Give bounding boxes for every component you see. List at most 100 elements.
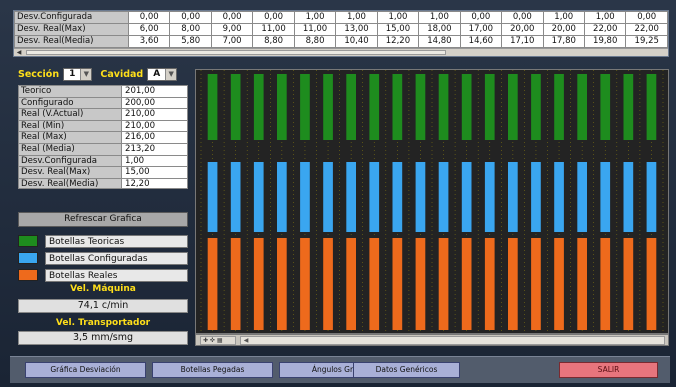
stats-row: Real (V.Actual) 210,00 [18,108,188,120]
table-cell: 22,00 [583,23,627,36]
bottle-bar [346,238,357,330]
table-cell: 22,00 [625,23,668,36]
chevron-down-icon[interactable]: ▼ [80,68,92,80]
stats-key: Desv. Real(Media) [18,177,122,190]
bottle-bar [276,74,287,140]
exit-button[interactable]: SALIR [559,362,658,378]
table-cell: 8,80 [293,35,337,48]
bottle-bar [300,74,310,140]
stats-key: Real (Media) [18,142,122,155]
table-cell: 17,00 [459,23,503,36]
stats-key: Real (V.Actual) [18,108,122,120]
bottle-bar [507,238,518,330]
legend-swatch [18,269,38,281]
bottle-bar [369,162,380,232]
row-header: Desv. Real(Max) [14,23,129,36]
stuck-bottles-button[interactable]: Botellas Pegadas [152,362,273,378]
bottle-bar [207,74,218,140]
stats-value: 210,00 [122,119,188,132]
zoom-tools-icon[interactable]: ✚ ✜ ▦ [200,336,236,345]
scroll-thumb[interactable] [26,50,446,55]
bottle-bar [531,238,541,330]
stats-value: 1,00 [122,154,188,167]
table-cell: 5,80 [169,35,212,48]
table-cell: 8,80 [252,35,295,48]
deviation-chart-button[interactable]: Gráfica Desviación [25,362,146,378]
bottle-bar [207,238,218,330]
bottle-bar [323,74,333,140]
bottle-bar [415,238,426,330]
table-cell: 1,00 [376,11,420,24]
bottle-bar [461,74,472,140]
table-cell: 8,00 [169,23,212,36]
chart-horizontal-scrollbar[interactable]: ◀ [240,336,665,345]
stats-row: Real (Media) 213,20 [18,142,188,155]
legend-label: Botellas Configuradas [45,251,188,265]
bottle-bar [461,238,472,330]
table-cell: 19,25 [625,35,668,48]
stats-key: Real (Min) [18,119,122,132]
bottle-bar [646,162,657,232]
bottle-bar [623,162,634,232]
stats-value: 15,00 [122,166,188,178]
legend-swatch [18,252,38,264]
section-value: 1 [69,69,76,79]
bottle-bar [577,238,588,330]
legend-swatch [18,235,38,247]
table-row: Desv. Real(Max) 6,00 8,00 9,00 11,00 11,00 13,… [14,23,668,36]
stats-row: Real (Min) 210,00 [18,119,188,132]
bottle-bar [554,74,564,140]
stats-key: Desv. Real(Max) [18,166,122,178]
generic-data-button[interactable]: Datos Genéricos [353,362,460,378]
bottle-bar [600,238,611,330]
bottle-bar [230,238,241,330]
table-cell: 19,80 [583,35,627,48]
section-dropdown[interactable]: 1 ▼ [63,67,93,81]
bottle-bar [230,162,241,232]
bottle-bar [415,162,426,232]
bottle-bar [600,74,611,140]
chart-toolbar: ✚ ✜ ▦ ◀ [195,334,669,346]
bottle-chart [195,69,669,334]
legend-label: Botellas Teoricas [45,234,188,248]
stats-value: 216,00 [122,131,188,143]
bottle-bar [600,162,611,232]
machine-speed-value: 74,1 c/min [18,299,188,313]
bottle-bar [577,74,588,140]
table-cell: 1,00 [542,11,585,24]
cavity-dropdown[interactable]: A ▼ [147,67,178,81]
bottle-bar [392,74,403,140]
conveyor-speed-value: 3,5 mm/smg [18,331,188,345]
table-cell: 12,20 [376,35,420,48]
bottle-bar [323,238,333,330]
bottle-bar [300,162,310,232]
stats-value: 213,20 [122,142,188,155]
bottle-bar [392,238,403,330]
table-horizontal-scrollbar[interactable]: ◀ [14,48,668,56]
table-cell: 14,60 [459,35,503,48]
bottle-bar [207,162,218,232]
bottle-bar [554,238,564,330]
bottle-bar [531,162,541,232]
stats-row: Desv.Configurada 1,00 [18,154,188,167]
chevron-down-icon[interactable]: ▼ [165,68,177,80]
bottle-bar [507,74,518,140]
stats-row: Teorico 201,00 [18,85,188,97]
bottle-bar [300,238,310,330]
legend-item-configured: Botellas Configuradas [18,251,188,265]
table-cell: 13,00 [335,23,378,36]
machine-speed-label: Vel. Máquina [70,284,136,294]
stats-row: Desv. Real(Media) 12,20 [18,177,188,190]
table-cell: 11,00 [293,23,337,36]
scroll-left-icon[interactable]: ◀ [14,49,24,56]
stats-row: Desv. Real(Max) 15,00 [18,166,188,178]
table-cell: 1,00 [335,11,378,24]
table-cell: 0,00 [169,11,212,24]
table-cell: 0,00 [210,11,254,24]
cavity-value: A [153,69,161,79]
refresh-chart-button[interactable]: Refrescar Grafica [18,212,188,227]
bottle-bar [484,238,495,330]
scroll-left-icon[interactable]: ◀ [241,337,251,344]
bottle-bar [484,162,495,232]
table-cell: 10,40 [335,35,378,48]
